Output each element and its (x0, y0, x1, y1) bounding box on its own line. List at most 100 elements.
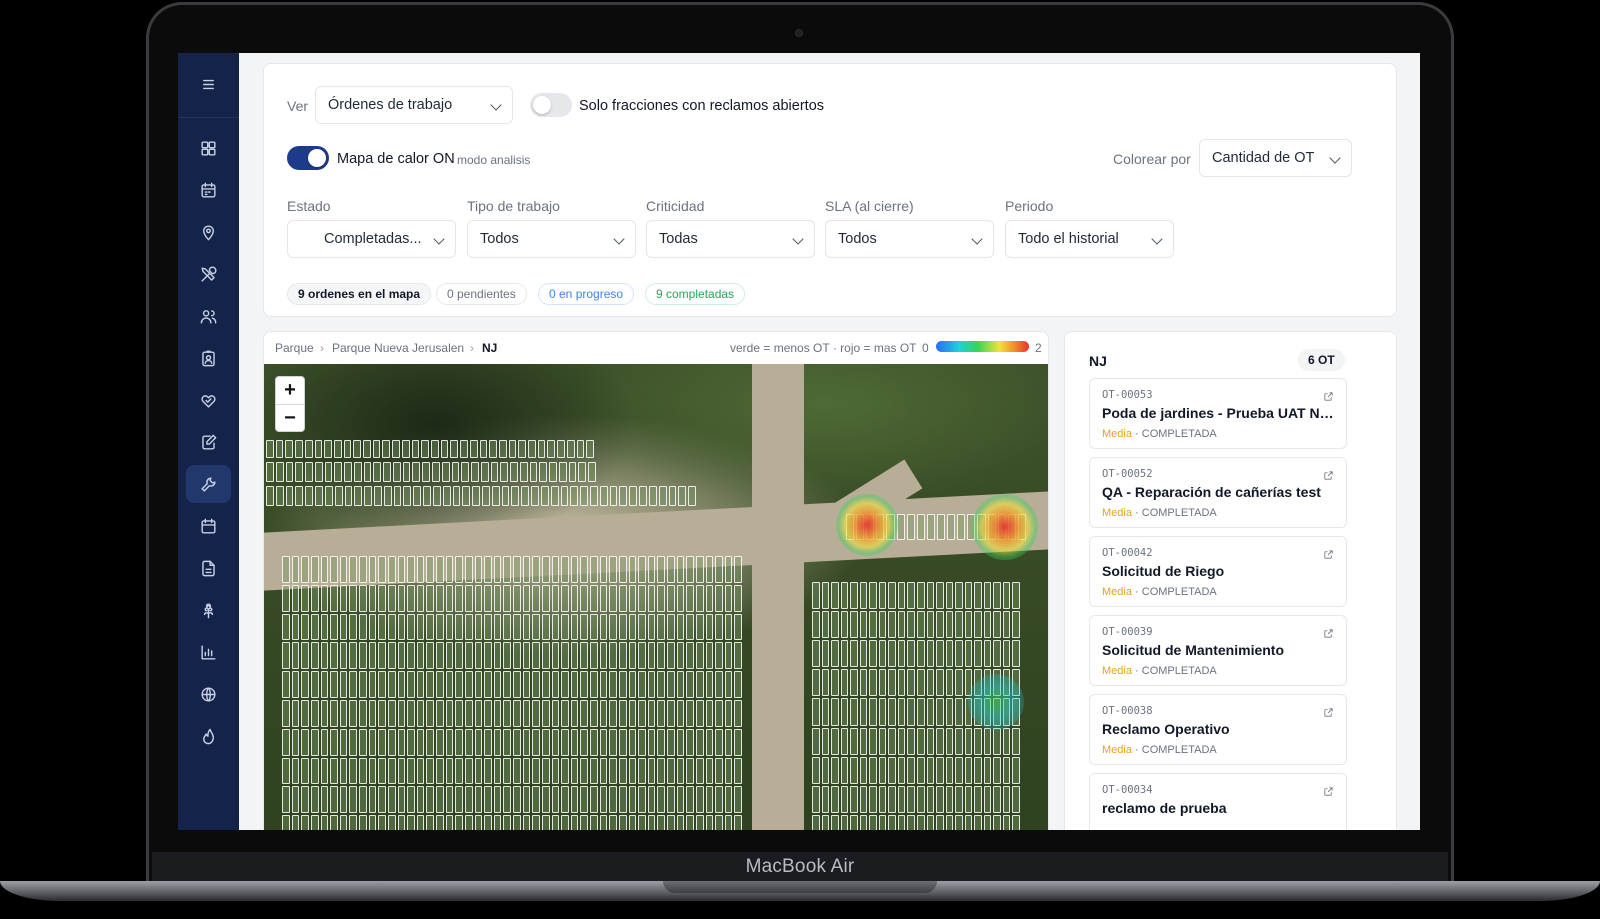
sla-select[interactable]: Todos (825, 220, 994, 258)
estado-select[interactable]: Completadas... (287, 220, 456, 258)
chevron-down-icon (1329, 152, 1341, 164)
external-link-icon[interactable] (1323, 784, 1334, 796)
grave-plot (464, 786, 473, 814)
sidebar-item-reports[interactable] (186, 633, 231, 671)
grave-plot (599, 486, 608, 506)
grave-plot (431, 462, 440, 482)
sidebar-item-contacts[interactable] (186, 339, 231, 377)
grave-plot (344, 486, 353, 506)
grave-plot (349, 613, 357, 641)
external-link-icon[interactable] (1323, 468, 1334, 480)
grave-plot (310, 613, 319, 641)
grave-plot (983, 640, 992, 668)
breadcrumb-park-name[interactable]: Parque Nueva Jerusalen (332, 341, 464, 355)
work-order-card[interactable]: OT-00042 Solicitud de Riego Media · COMPLE… (1089, 536, 1347, 607)
grave-plot (812, 582, 820, 610)
external-link-icon[interactable] (1323, 626, 1334, 638)
sidebar-item-work-orders[interactable] (186, 465, 231, 503)
grave-plot (628, 671, 637, 698)
grave-plot (897, 756, 906, 784)
grave-plot (529, 462, 538, 482)
sidebar-item-schedule[interactable] (186, 507, 231, 545)
grave-plot (301, 786, 309, 814)
grave-plot (374, 486, 382, 506)
order-title: Poda de jardines - Prueba UAT NJ-... (1102, 405, 1334, 421)
grave-plot (551, 728, 560, 756)
grave-plot (590, 757, 598, 785)
heatmap-toggle[interactable] (287, 146, 329, 170)
sidebar-item-dashboard[interactable] (186, 129, 231, 167)
grave-plot (455, 556, 463, 583)
grave-plot (859, 785, 868, 813)
work-order-card[interactable]: OT-00034 reclamo de prueba (1089, 773, 1347, 830)
sidebar-item-users[interactable] (186, 297, 231, 335)
grave-plot (464, 556, 473, 583)
grave-plot (314, 462, 323, 482)
order-code: OT-00038 (1102, 705, 1153, 717)
grave-plot (945, 785, 954, 813)
work-order-card[interactable]: OT-00053 Poda de jardines - Prueba UAT NJ… (1089, 378, 1347, 449)
grave-plot (657, 786, 665, 814)
grave-plot (576, 440, 585, 458)
grave-plot (383, 486, 392, 506)
menu-button[interactable] (186, 65, 231, 103)
periodo-select[interactable]: Todo el historial (1005, 220, 1174, 258)
grave-plot (907, 611, 915, 639)
grave-plot (500, 462, 509, 482)
grave-plot (493, 642, 502, 670)
zoom-in-button[interactable]: + (276, 377, 304, 404)
work-order-card[interactable]: OT-00052 QA - Reparación de cañerías test… (1089, 457, 1347, 528)
grave-plot (541, 556, 550, 583)
external-link-icon[interactable] (1323, 705, 1334, 717)
sidebar-item-forms[interactable] (186, 423, 231, 461)
sidebar-item-documents[interactable] (186, 549, 231, 587)
zoom-out-button[interactable]: − (276, 404, 304, 431)
grave-plot (983, 785, 992, 813)
grave-plot (339, 613, 348, 641)
grave-plot (964, 640, 973, 668)
sidebar-item-calendar[interactable] (186, 171, 231, 209)
color-by-select[interactable]: Cantidad de OT (1199, 139, 1352, 177)
breadcrumb-park[interactable]: Parque (275, 341, 314, 355)
sidebar-item-care[interactable] (186, 381, 231, 419)
app-screen: Ver Órdenes de trabajo Solo fracciones c… (178, 53, 1420, 830)
grave-plot (436, 671, 444, 698)
sidebar-item-tools[interactable] (186, 255, 231, 293)
sidebar-item-web[interactable] (186, 675, 231, 713)
external-link-icon[interactable] (1323, 389, 1334, 401)
grave-plot (936, 611, 944, 639)
grave-plot (821, 785, 830, 813)
open-claims-toggle[interactable] (530, 93, 572, 117)
sidebar-item-locations[interactable] (186, 213, 231, 251)
grave-plot (945, 698, 954, 726)
grave-plot (397, 699, 406, 727)
grave-plot (628, 786, 637, 814)
sidebar-item-gardens[interactable] (186, 591, 231, 629)
grave-plot (513, 642, 521, 670)
grave-plot (282, 671, 290, 698)
grave-plot (493, 757, 502, 785)
grave-plot (686, 786, 694, 814)
grave-plot (282, 613, 290, 641)
work-order-card[interactable]: OT-00038 Reclamo Operativo Media · COMPLET… (1089, 694, 1347, 765)
tipo-select[interactable]: Todos (467, 220, 636, 258)
grave-plot (812, 785, 820, 813)
grave-plot (869, 582, 877, 610)
laptop-chin: MacBook Air (152, 852, 1448, 882)
satellite-map[interactable]: + − (264, 364, 1048, 830)
grave-plot (628, 642, 637, 670)
external-link-icon[interactable] (1323, 547, 1334, 559)
work-order-card[interactable]: OT-00039 Solicitud de Mantenimiento Media … (1089, 615, 1347, 686)
grave-plot (511, 486, 520, 506)
sidebar-item-cremation[interactable] (186, 717, 231, 755)
grave-plot (528, 440, 536, 458)
grave-plot (541, 699, 550, 727)
grave-plot (440, 440, 449, 458)
grave-plot (926, 814, 935, 830)
view-select[interactable]: Órdenes de trabajo (315, 86, 513, 124)
grave-plot (947, 514, 956, 540)
grave-plot (705, 815, 714, 830)
criticidad-select[interactable]: Todas (646, 220, 815, 258)
grave-plot (945, 669, 954, 697)
grave-plot (462, 486, 471, 506)
